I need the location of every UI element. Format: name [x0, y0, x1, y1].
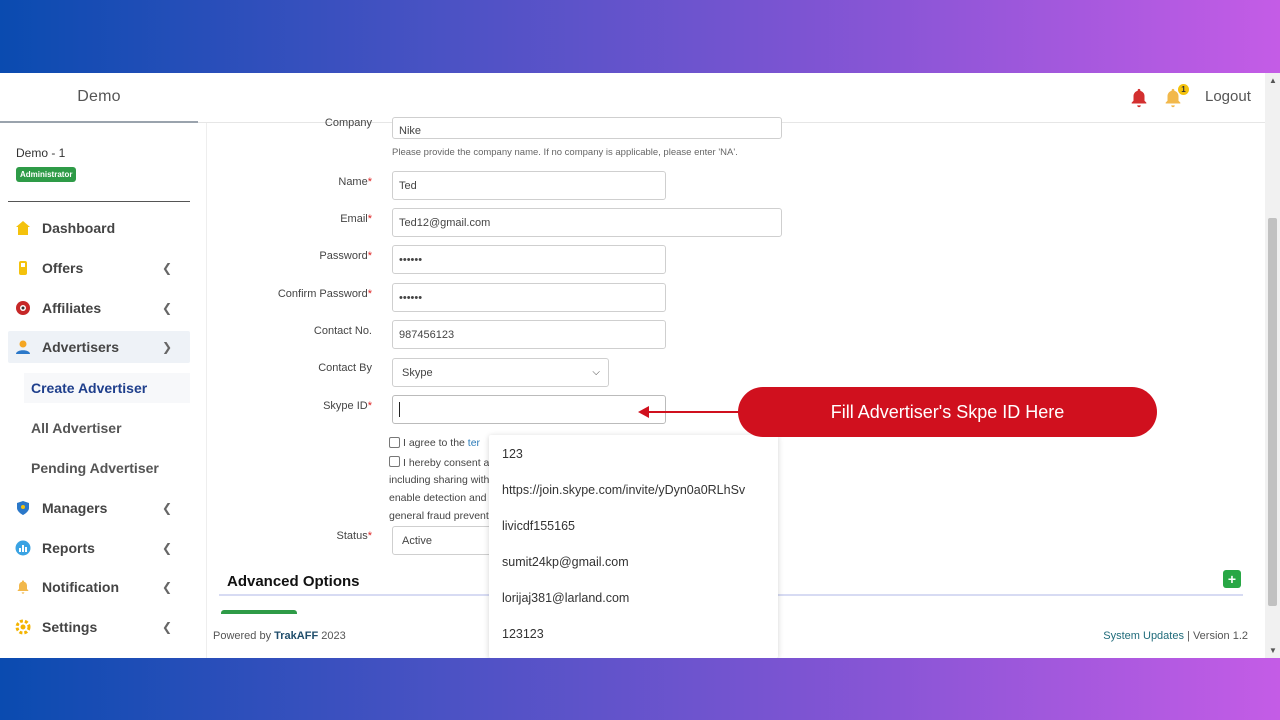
contact-by-select[interactable]: Skype ⌵ [392, 358, 609, 387]
sidebar-item-settings[interactable]: Settings ❮ [8, 611, 190, 643]
gear-icon [14, 618, 32, 636]
email-label: Email* [340, 213, 372, 225]
shield-icon [14, 499, 32, 517]
autocomplete-option[interactable]: sumit24kp@gmail.com [502, 555, 629, 569]
sidebar-item-label: Dashboard [42, 220, 116, 236]
consent-text-line4: general fraud prevent [389, 510, 489, 522]
chevron-left-icon: ❮ [161, 301, 172, 315]
system-updates-link[interactable]: System Updates [1103, 630, 1184, 642]
sidebar-item-label: Reports [42, 540, 95, 556]
logout-link[interactable]: Logout [1205, 88, 1251, 105]
email-field[interactable]: Ted12@gmail.com [392, 208, 782, 237]
skype-id-field[interactable] [392, 395, 666, 424]
sidebar-item-offers[interactable]: Offers ❮ [8, 252, 190, 284]
chevron-left-icon: ❮ [161, 541, 172, 555]
submit-button-edge[interactable] [221, 610, 297, 614]
confirm-password-field[interactable]: •••••• [392, 283, 666, 312]
page-scrollbar[interactable]: ▲ ▼ [1265, 73, 1280, 658]
top-navbar: Demo 1 Logout [0, 73, 1265, 123]
company-field[interactable]: Nike [392, 117, 782, 139]
sidebar-item-advertisers[interactable]: Advertisers ❯ [8, 331, 190, 363]
sidebar-item-dashboard[interactable]: Dashboard [8, 212, 190, 244]
instruction-callout: Fill Advertiser's Skpe ID Here [738, 387, 1157, 437]
sidebar-item-label: Managers [42, 500, 108, 516]
sidebar-item-label: Affiliates [42, 300, 102, 316]
sidebar-subitem-create-advertiser[interactable]: Create Advertiser [24, 373, 190, 403]
contact-number-label: Contact No. [313, 325, 372, 337]
contact-by-label: Contact By [318, 362, 372, 374]
sidebar-item-notification[interactable]: Notification ❮ [8, 571, 190, 603]
advanced-options-title: Advanced Options [227, 573, 360, 590]
sidebar-item-label: Settings [42, 619, 98, 635]
autocomplete-option[interactable]: 123123 [502, 627, 544, 641]
autocomplete-option[interactable]: lorijaj381@larland.com [502, 591, 629, 605]
chevron-down-icon: ⌵ [592, 367, 600, 378]
footer-version-info: System Updates | Version 1.2 [1103, 630, 1248, 642]
scroll-down-arrow-icon[interactable]: ▼ [1269, 646, 1277, 655]
name-field[interactable]: Ted [392, 171, 666, 200]
sidebar-subitem-all-advertiser[interactable]: All Advertiser [24, 413, 190, 443]
skype-id-label: Skype ID* [323, 400, 372, 412]
password-label: Password* [319, 250, 372, 262]
autocomplete-option[interactable]: https://join.skype.com/invite/yDyn0a0RLh… [502, 483, 745, 497]
sidebar-item-affiliates[interactable]: Affiliates ❮ [8, 292, 190, 324]
chevron-left-icon: ❮ [161, 580, 172, 594]
consent-text-line3: enable detection and [389, 492, 487, 504]
sidebar-divider [8, 201, 190, 202]
notification-bell-icon[interactable]: 1 [1162, 84, 1189, 109]
notification-count-badge: 1 [1178, 84, 1189, 95]
terms-link[interactable]: ter [468, 437, 480, 449]
footer-powered-by: Powered by TrakAFF 2023 [213, 630, 346, 642]
scroll-up-arrow-icon[interactable]: ▲ [1269, 76, 1277, 85]
sidebar-item-label: Advertisers [42, 339, 120, 355]
password-field[interactable]: •••••• [392, 245, 666, 274]
bell-icon [14, 578, 32, 596]
text-cursor [399, 402, 400, 417]
status-select[interactable]: Active [392, 526, 497, 555]
chevron-down-icon: ❯ [161, 340, 172, 354]
chevron-left-icon: ❮ [161, 501, 172, 515]
sidebar-subitem-pending-advertiser[interactable]: Pending Advertiser [24, 453, 190, 483]
chart-icon [14, 539, 32, 557]
home-icon [14, 219, 32, 237]
chevron-left-icon: ❮ [161, 261, 172, 275]
skype-autocomplete-dropdown: 123 https://join.skype.com/invite/yDyn0a… [489, 435, 778, 658]
sidebar: Demo - 1 Administrator Dashboard Offers … [0, 123, 198, 658]
version-text: Version 1.2 [1192, 630, 1248, 642]
advertiser-icon [14, 338, 32, 356]
autocomplete-option[interactable]: 123 [502, 447, 523, 461]
scroll-thumb[interactable] [1268, 218, 1277, 606]
alert-bell-icon[interactable] [1128, 87, 1150, 109]
chevron-left-icon: ❮ [161, 620, 172, 634]
sidebar-item-label: Offers [42, 260, 84, 276]
sidebar-item-reports[interactable]: Reports ❮ [8, 532, 190, 564]
contact-number-field[interactable]: 987456123 [392, 320, 666, 349]
brand-logo[interactable]: Demo [0, 73, 198, 123]
terms-text: I agree to the ter [403, 437, 481, 449]
offers-icon [14, 259, 32, 277]
footer-brand[interactable]: TrakAFF [274, 630, 318, 642]
callout-arrow-line [648, 411, 740, 413]
user-name: Demo - 1 [16, 146, 66, 160]
affiliates-icon [14, 299, 32, 317]
consent-text-line2: including sharing with [389, 474, 490, 486]
expand-plus-button[interactable]: + [1223, 570, 1241, 588]
confirm-password-label: Confirm Password* [277, 288, 372, 300]
terms-checkbox[interactable] [389, 437, 400, 448]
company-hint: Please provide the company name. If no c… [392, 147, 738, 158]
consent-checkbox[interactable] [389, 456, 400, 467]
autocomplete-option[interactable]: livicdf155165 [502, 519, 575, 533]
app-window: Demo 1 Logout Demo - 1 Administrator Das… [0, 73, 1280, 658]
status-label: Status* [336, 530, 372, 542]
consent-text-line1: I hereby consent a [403, 457, 490, 469]
sidebar-item-managers[interactable]: Managers ❮ [8, 492, 190, 524]
role-badge: Administrator [16, 167, 77, 182]
company-label: Company [324, 117, 372, 129]
sidebar-item-label: Notification [42, 579, 119, 595]
name-label: Name* [338, 176, 372, 188]
